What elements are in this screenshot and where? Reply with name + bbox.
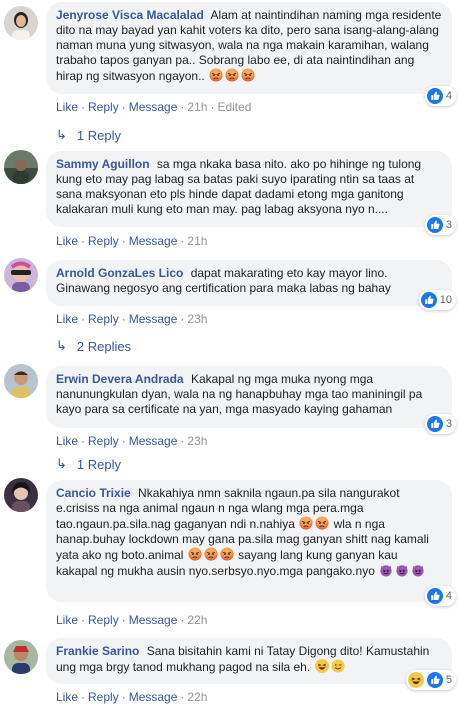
avatar[interactable] xyxy=(4,6,38,40)
like-link[interactable]: Like xyxy=(56,312,78,326)
reaction-count: 10 xyxy=(439,293,452,306)
angry-emoji-icon xyxy=(220,547,234,561)
angry-emoji-icon xyxy=(315,516,329,530)
like-icon xyxy=(427,672,443,688)
like-link[interactable]: Like xyxy=(56,434,78,448)
angry-emoji-icon xyxy=(299,516,313,530)
comment-author[interactable]: Arnold GonzaLes Lico xyxy=(56,266,183,280)
reply-link[interactable]: Reply xyxy=(88,234,119,248)
message-link[interactable]: Message xyxy=(129,100,178,114)
reply-arrow-icon: ↳ xyxy=(56,456,67,471)
reaction-summary[interactable]: 4 xyxy=(424,586,456,606)
reaction-summary[interactable]: 3 xyxy=(424,414,456,434)
comment-actions: Like · Reply · Message · 21h xyxy=(56,234,208,248)
like-icon xyxy=(421,292,437,308)
comment-author[interactable]: Cancio Trixie xyxy=(56,486,131,500)
comment-bubble: Frankie Sarino Sana bisitahin kami ni Ta… xyxy=(46,638,456,690)
like-link[interactable]: Like xyxy=(56,100,78,114)
timestamp[interactable]: 22h xyxy=(187,690,207,704)
comment-author[interactable]: Frankie Sarino xyxy=(56,644,139,658)
reaction-summary[interactable]: 3 xyxy=(424,215,456,235)
message-link[interactable]: Message xyxy=(129,613,178,627)
devil-emoji-icon xyxy=(379,563,393,577)
comment-actions: Like · Reply · Message · 21h · Edited xyxy=(56,100,252,114)
view-replies-link[interactable]: ↳ 1 Reply xyxy=(56,127,121,143)
angry-emoji-icon xyxy=(209,68,223,82)
view-replies-link[interactable]: ↳ 1 Reply xyxy=(56,456,121,472)
devil-emoji-icon xyxy=(395,563,409,577)
edited-label[interactable]: Edited xyxy=(217,100,251,114)
like-icon xyxy=(427,217,443,233)
message-link[interactable]: Message xyxy=(129,312,178,326)
comment-author[interactable]: Jenyrose Visca Macalalad xyxy=(56,8,204,22)
timestamp[interactable]: 23h xyxy=(187,434,207,448)
devil-emoji-icon xyxy=(411,563,425,577)
reaction-count: 4 xyxy=(445,589,452,602)
reply-arrow-icon: ↳ xyxy=(56,338,67,353)
comment-bubble: Arnold GonzaLes Lico dapat makarating et… xyxy=(46,260,456,310)
angry-emoji-icon xyxy=(204,547,218,561)
angry-emoji-icon xyxy=(225,68,239,82)
reaction-count: 5 xyxy=(445,673,452,686)
reply-link[interactable]: Reply xyxy=(88,613,119,627)
timestamp[interactable]: 21h xyxy=(187,100,207,114)
reply-link[interactable]: Reply xyxy=(88,312,119,326)
reaction-summary[interactable]: 4 xyxy=(424,86,456,106)
haha-icon xyxy=(408,672,424,688)
view-replies-link[interactable]: ↳ 2 Replies xyxy=(56,338,131,354)
timestamp[interactable]: 21h xyxy=(187,234,207,248)
comment-author[interactable]: Sammy Aguillon xyxy=(56,157,150,171)
message-link[interactable]: Message xyxy=(129,690,178,704)
comment-actions: Like · Reply · Message · 22h xyxy=(56,690,208,704)
angry-emoji-icon xyxy=(241,68,255,82)
comment-bubble: Erwin Devera Andrada Kakapal ng mga muka… xyxy=(46,366,456,434)
message-link[interactable]: Message xyxy=(129,234,178,248)
reply-link[interactable]: Reply xyxy=(88,690,119,704)
avatar[interactable] xyxy=(4,258,38,292)
reply-link[interactable]: Reply xyxy=(88,434,119,448)
like-link[interactable]: Like xyxy=(56,234,78,248)
like-icon xyxy=(427,88,443,104)
reaction-summary[interactable]: 10 xyxy=(418,290,456,310)
reaction-count: 3 xyxy=(445,417,452,430)
comment-actions: Like · Reply · Message · 23h xyxy=(56,312,208,326)
reaction-summary[interactable]: 5 xyxy=(405,670,456,690)
timestamp[interactable]: 23h xyxy=(187,312,207,326)
angry-emoji-icon xyxy=(188,547,202,561)
avatar[interactable] xyxy=(4,150,38,184)
comment-bubble: Jenyrose Visca Macalalad Alam at naintin… xyxy=(46,2,456,106)
comment-bubble: Cancio Trixie Nkakahiya nmn saknila ngau… xyxy=(46,480,456,606)
laughing-emoji-icon xyxy=(315,659,329,673)
reply-link[interactable]: Reply xyxy=(88,100,119,114)
like-icon xyxy=(427,416,443,432)
reaction-count: 3 xyxy=(445,218,452,231)
reply-arrow-icon: ↳ xyxy=(56,127,67,142)
wink-emoji-icon xyxy=(331,659,345,673)
like-link[interactable]: Like xyxy=(56,613,78,627)
message-link[interactable]: Message xyxy=(129,434,178,448)
comment-author[interactable]: Erwin Devera Andrada xyxy=(56,372,184,386)
like-icon xyxy=(427,588,443,604)
comment-bubble: Sammy Aguillon sa mga nkaka basa nito. a… xyxy=(46,151,456,235)
timestamp[interactable]: 22h xyxy=(187,613,207,627)
reaction-count: 4 xyxy=(445,89,452,102)
comment-actions: Like · Reply · Message · 23h xyxy=(56,434,208,448)
like-link[interactable]: Like xyxy=(56,690,78,704)
avatar[interactable] xyxy=(4,478,38,512)
avatar[interactable] xyxy=(4,364,38,398)
comment-actions: Like · Reply · Message · 22h xyxy=(56,613,208,627)
avatar[interactable] xyxy=(4,640,38,674)
